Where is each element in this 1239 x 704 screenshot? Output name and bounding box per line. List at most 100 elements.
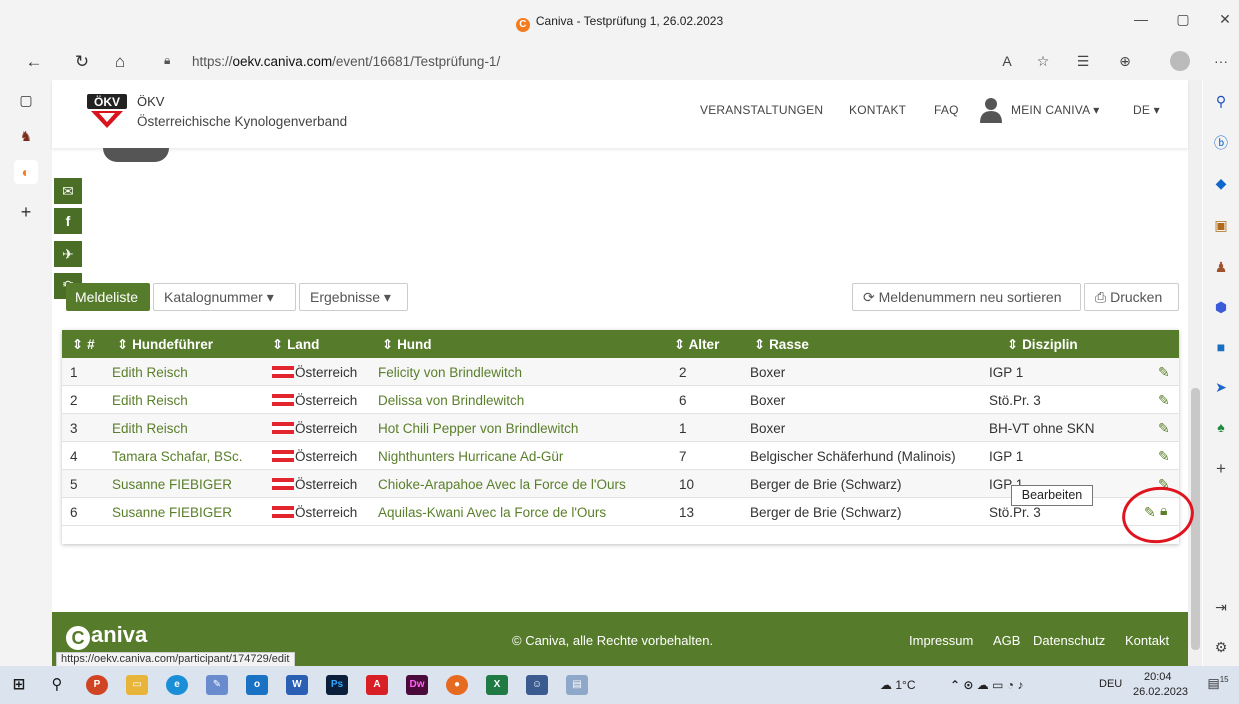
print-button[interactable]: ⎙ Drucken [1084,283,1179,311]
okv-logo[interactable]: ÖKV [87,94,127,132]
cell-age: 2 [679,365,687,380]
caniva-favicon: C [515,18,530,32]
telegram-icon[interactable]: ➤ [1209,376,1233,398]
back-icon[interactable]: ← [22,50,46,74]
resort-button[interactable]: ⟳ Meldenummern neu sortieren [852,283,1081,311]
tab-meldeliste[interactable]: Meldeliste [66,283,150,311]
shopping-tag-icon[interactable]: ◆ [1209,172,1233,194]
sidebar-collapse-icon[interactable]: ⇥ [1209,596,1233,618]
footer-link-impressum[interactable]: Impressum [909,633,973,648]
cell-handler[interactable]: Edith Reisch [112,421,188,436]
cell-country: Österreich [272,365,357,380]
col-hund[interactable]: ⇕ Hund [382,337,432,353]
photo-app-icon[interactable]: ☺ [526,675,548,695]
more-menu-icon[interactable]: ··· [1210,50,1232,72]
office-icon[interactable]: ⬢ [1209,296,1233,318]
minimize-button[interactable]: — [1126,8,1156,30]
refresh-icon[interactable]: ↻ [70,50,94,74]
edit-pencil-icon[interactable]: ✎ [1158,420,1170,437]
photoshop-icon[interactable]: Ps [326,675,348,695]
favorites-icon[interactable]: ☰ [1072,50,1094,72]
notification-icon[interactable]: ▤15 [1207,675,1229,695]
edit-pencil-icon[interactable]: ✎ [1158,392,1170,409]
dropdown-katalognummer[interactable]: Katalognummer ▾ [153,283,296,311]
cell-dog[interactable]: Hot Chili Pepper von Brindlewitch [378,421,578,436]
paint-icon[interactable]: ✎ [206,675,228,695]
cell-handler[interactable]: Tamara Schafar, BSc. [112,449,243,464]
outlook-taskbar-icon[interactable]: o [246,675,268,695]
word-icon[interactable]: W [286,675,308,695]
edit-pencil-icon[interactable]: ✎ [1158,364,1170,381]
keyboard-language[interactable]: DEU [1099,678,1122,690]
bing-chat-icon[interactable]: ⓑ [1209,132,1233,154]
dreamweaver-icon[interactable]: Dw [406,675,428,695]
read-aloud-icon[interactable]: A [996,50,1018,72]
share-facebook-icon[interactable]: f [54,208,82,234]
add-sidebar-icon[interactable]: + [1209,458,1233,480]
dog-sport-tab-icon[interactable]: ♞ [14,124,38,148]
col-nr[interactable]: ⇕ # [72,337,95,353]
share-map-icon[interactable]: ✈ [54,241,82,267]
search-icon[interactable]: ⚲ [1209,90,1233,112]
excel-icon[interactable]: X [486,675,508,695]
close-button[interactable]: ✕ [1210,8,1239,30]
tools-briefcase-icon[interactable]: ▣ [1209,214,1233,236]
col-rasse[interactable]: ⇕ Rasse [754,337,809,353]
nav-kontakt[interactable]: KONTAKT [849,103,906,117]
page-scrollbar[interactable] [1188,80,1202,666]
collections-icon[interactable]: ⊕ [1114,50,1136,72]
add-tab-icon[interactable]: + [14,200,38,224]
cell-dog[interactable]: Felicity von Brindlewitch [378,365,522,380]
cell-dog[interactable]: Aquilas-Kwani Avec la Force de l'Ours [378,505,606,520]
system-tray-icons[interactable]: ⌃ ⊙ ☁ ▭ ◔ ♪ [950,675,1090,695]
generic-app-icon[interactable]: ▤ [566,675,588,695]
acrobat-icon[interactable]: A [366,675,388,695]
windows-start-icon[interactable]: ⊞ [8,675,30,695]
clock-time[interactable]: 20:04 [1144,671,1172,683]
col-land[interactable]: ⇕ Land [272,337,319,353]
powerpoint-icon[interactable]: P [86,675,108,695]
maximize-button[interactable]: ▢ [1168,8,1198,30]
cell-handler[interactable]: Edith Reisch [112,365,188,380]
cell-handler[interactable]: Edith Reisch [112,393,188,408]
copyright-text: © Caniva, alle Rechte vorbehalten. [512,633,714,648]
firefox-icon[interactable]: ● [446,675,468,695]
user-avatar-icon[interactable] [980,97,1002,123]
address-bar[interactable]: 🔒︎ https://oekv.caniva.com/event/16681/T… [148,47,928,75]
taskbar-search-icon[interactable]: ⚲ [46,675,68,695]
cell-dog[interactable]: Chioke-Arapahoe Avec la Force de l'Ours [378,477,626,492]
favorite-add-icon[interactable]: ☆ [1032,50,1054,72]
tree-icon[interactable]: ♠ [1209,416,1233,438]
cell-handler[interactable]: Susanne FIEBIGER [112,477,232,492]
caniva-tab-icon[interactable]: ◐ [14,160,38,184]
home-icon[interactable]: ⌂ [108,50,132,74]
outlook-icon[interactable]: ■ [1209,336,1233,358]
language-menu[interactable]: DE ▾ [1133,103,1160,117]
nav-veranstaltungen[interactable]: VERANSTALTUNGEN [700,103,823,117]
dropdown-ergebnisse[interactable]: Ergebnisse ▾ [299,283,408,311]
settings-gear-icon[interactable]: ⚙ [1209,636,1233,658]
cell-nr: 2 [70,393,78,408]
cell-breed: Berger de Brie (Schwarz) [750,505,902,520]
footer-link-kontakt[interactable]: Kontakt [1125,633,1169,648]
footer-link-agb[interactable]: AGB [993,633,1020,648]
games-icon[interactable]: ♟ [1209,256,1233,278]
col-hundefuehrer[interactable]: ⇕ Hundeführer [117,337,213,353]
caniva-logo[interactable]: Caniva [66,622,147,650]
edit-pencil-icon[interactable]: ✎ [1158,448,1170,465]
file-explorer-icon[interactable]: ▭ [126,675,148,695]
mein-caniva-menu[interactable]: MEIN CANIVA ▾ [1011,103,1099,117]
col-disziplin[interactable]: ⇕ Disziplin [1007,337,1078,353]
share-email-icon[interactable]: ✉ [54,178,82,204]
col-alter[interactable]: ⇕ Alter [674,337,719,353]
clock-date[interactable]: 26.02.2023 [1133,686,1188,698]
edge-icon[interactable]: e [166,675,188,695]
profile-avatar[interactable] [1170,51,1190,71]
cell-dog[interactable]: Delissa von Brindlewitch [378,393,524,408]
tabs-icon[interactable]: ▢ [14,88,38,112]
footer-link-datenschutz[interactable]: Datenschutz [1033,633,1105,648]
weather-widget[interactable]: ☁ 1°C [880,678,915,692]
cell-handler[interactable]: Susanne FIEBIGER [112,505,232,520]
nav-faq[interactable]: FAQ [934,103,959,117]
cell-dog[interactable]: Nighthunters Hurricane Ad-Gür [378,449,563,464]
